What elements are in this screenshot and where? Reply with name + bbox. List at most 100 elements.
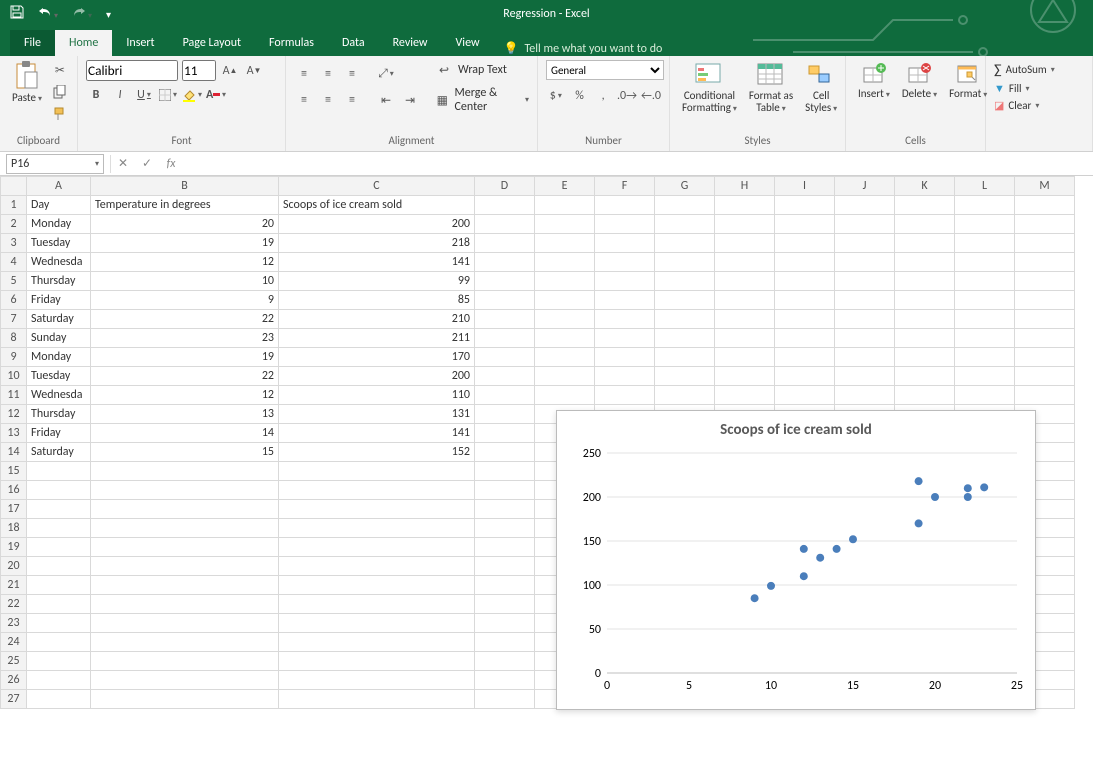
cell-D1[interactable] xyxy=(475,196,535,215)
cell-A20[interactable] xyxy=(27,557,91,576)
cell-B23[interactable] xyxy=(91,614,279,633)
cell-L8[interactable] xyxy=(955,329,1015,348)
tab-formulas[interactable]: Formulas xyxy=(255,30,328,56)
row-header-17[interactable]: 17 xyxy=(1,500,27,519)
shrink-font-icon[interactable]: A▼ xyxy=(244,61,264,81)
cell-H9[interactable] xyxy=(715,348,775,367)
cell-F3[interactable] xyxy=(595,234,655,253)
cell-G11[interactable] xyxy=(655,386,715,405)
align-bottom-icon[interactable]: ≡ xyxy=(342,64,362,84)
row-header-24[interactable]: 24 xyxy=(1,633,27,652)
cancel-formula-icon[interactable]: ✕ xyxy=(111,156,135,171)
cell-L5[interactable] xyxy=(955,272,1015,291)
cell-C8[interactable]: 211 xyxy=(279,329,475,348)
cell-M10[interactable] xyxy=(1015,367,1075,386)
cell-F1[interactable] xyxy=(595,196,655,215)
col-header-M[interactable]: M xyxy=(1015,177,1075,196)
cell-A1[interactable]: Day xyxy=(27,196,91,215)
align-top-icon[interactable]: ≡ xyxy=(294,64,314,84)
cell-E6[interactable] xyxy=(535,291,595,310)
cell-H1[interactable] xyxy=(715,196,775,215)
cell-D11[interactable] xyxy=(475,386,535,405)
align-left-icon[interactable]: ≡ xyxy=(294,90,314,110)
cell-D8[interactable] xyxy=(475,329,535,348)
cell-G8[interactable] xyxy=(655,329,715,348)
cell-A17[interactable] xyxy=(27,500,91,519)
cell-D13[interactable] xyxy=(475,424,535,443)
cell-E2[interactable] xyxy=(535,215,595,234)
cell-B19[interactable] xyxy=(91,538,279,557)
cell-M9[interactable] xyxy=(1015,348,1075,367)
cell-M7[interactable] xyxy=(1015,310,1075,329)
cell-D21[interactable] xyxy=(475,576,535,595)
cell-A6[interactable]: Friday xyxy=(27,291,91,310)
increase-decimal-icon[interactable]: .0→ xyxy=(617,86,637,106)
cell-C15[interactable] xyxy=(279,462,475,481)
row-header-19[interactable]: 19 xyxy=(1,538,27,557)
cell-C5[interactable]: 99 xyxy=(279,272,475,291)
row-header-15[interactable]: 15 xyxy=(1,462,27,481)
cell-F11[interactable] xyxy=(595,386,655,405)
cell-B21[interactable] xyxy=(91,576,279,595)
fill-color-icon[interactable] xyxy=(182,85,202,105)
cell-M3[interactable] xyxy=(1015,234,1075,253)
decrease-indent-icon[interactable]: ⇤ xyxy=(376,90,396,110)
undo-icon[interactable] xyxy=(38,6,58,22)
cell-G5[interactable] xyxy=(655,272,715,291)
cell-D23[interactable] xyxy=(475,614,535,633)
cell-K4[interactable] xyxy=(895,253,955,272)
cell-C16[interactable] xyxy=(279,481,475,500)
grow-font-icon[interactable]: A▲ xyxy=(220,61,240,81)
row-header-11[interactable]: 11 xyxy=(1,386,27,405)
fill-button[interactable]: ▼Fill▾ xyxy=(994,81,1084,96)
cell-A23[interactable] xyxy=(27,614,91,633)
cell-H8[interactable] xyxy=(715,329,775,348)
cell-G6[interactable] xyxy=(655,291,715,310)
cell-D12[interactable] xyxy=(475,405,535,424)
cell-J4[interactable] xyxy=(835,253,895,272)
font-color-icon[interactable]: A xyxy=(206,85,226,105)
align-center-icon[interactable]: ≡ xyxy=(318,90,338,110)
decrease-decimal-icon[interactable]: ←.0 xyxy=(641,86,661,106)
cell-I11[interactable] xyxy=(775,386,835,405)
italic-button[interactable]: I xyxy=(110,85,130,105)
cell-C19[interactable] xyxy=(279,538,475,557)
cell-L2[interactable] xyxy=(955,215,1015,234)
cell-C3[interactable]: 218 xyxy=(279,234,475,253)
cell-E8[interactable] xyxy=(535,329,595,348)
cell-K6[interactable] xyxy=(895,291,955,310)
row-header-21[interactable]: 21 xyxy=(1,576,27,595)
cell-B1[interactable]: Temperature in degrees xyxy=(91,196,279,215)
cell-J1[interactable] xyxy=(835,196,895,215)
cell-K3[interactable] xyxy=(895,234,955,253)
cut-icon[interactable]: ✂ xyxy=(50,60,70,80)
cell-L6[interactable] xyxy=(955,291,1015,310)
col-header-E[interactable]: E xyxy=(535,177,595,196)
cell-C24[interactable] xyxy=(279,633,475,652)
select-all-corner[interactable] xyxy=(1,177,27,196)
format-cells-button[interactable]: Format xyxy=(945,60,991,100)
cell-F2[interactable] xyxy=(595,215,655,234)
cell-H7[interactable] xyxy=(715,310,775,329)
row-header-7[interactable]: 7 xyxy=(1,310,27,329)
cell-D24[interactable] xyxy=(475,633,535,652)
cell-F4[interactable] xyxy=(595,253,655,272)
cell-K10[interactable] xyxy=(895,367,955,386)
cell-B9[interactable]: 19 xyxy=(91,348,279,367)
cell-M4[interactable] xyxy=(1015,253,1075,272)
copy-icon[interactable] xyxy=(50,82,70,102)
cell-A14[interactable]: Saturday xyxy=(27,443,91,462)
cell-F8[interactable] xyxy=(595,329,655,348)
cell-K9[interactable] xyxy=(895,348,955,367)
cell-G4[interactable] xyxy=(655,253,715,272)
cell-M2[interactable] xyxy=(1015,215,1075,234)
cell-D25[interactable] xyxy=(475,652,535,671)
enter-formula-icon[interactable]: ✓ xyxy=(135,156,159,171)
cell-L1[interactable] xyxy=(955,196,1015,215)
cell-C2[interactable]: 200 xyxy=(279,215,475,234)
row-header-8[interactable]: 8 xyxy=(1,329,27,348)
redo-icon[interactable] xyxy=(72,6,92,22)
cell-B25[interactable] xyxy=(91,652,279,671)
row-header-26[interactable]: 26 xyxy=(1,671,27,690)
cell-J9[interactable] xyxy=(835,348,895,367)
